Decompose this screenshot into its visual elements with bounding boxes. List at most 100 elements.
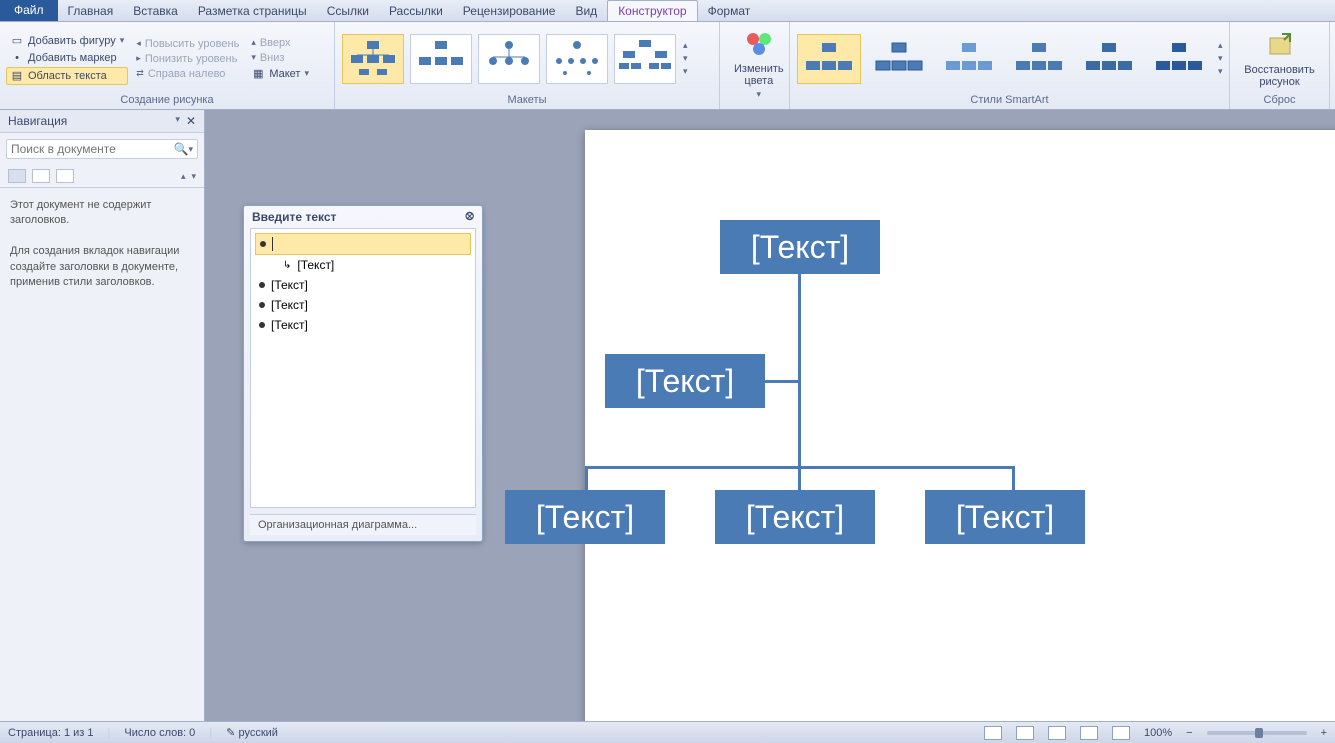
view-full-screen[interactable] — [1016, 726, 1034, 740]
style-thumb-5[interactable] — [1077, 34, 1141, 84]
tab-insert[interactable]: Вставка — [123, 1, 188, 21]
layout-button[interactable]: ▦Макет ▾ — [247, 66, 313, 82]
text-pane-title: Введите текст — [252, 210, 336, 224]
sa-node-child-3[interactable]: [Текст] — [925, 490, 1085, 544]
layout-icon: ▦ — [251, 67, 265, 81]
style-thumb-6[interactable] — [1147, 34, 1211, 84]
nav-menu-icon[interactable]: ▾ — [175, 114, 180, 128]
group-create-graphic: ▭Добавить фигуру ▾ •Добавить маркер ▤Обл… — [0, 22, 335, 109]
zoom-in-button[interactable]: + — [1321, 727, 1327, 739]
tab-view[interactable]: Вид — [565, 1, 607, 21]
sa-connector — [1012, 466, 1015, 490]
move-up-button[interactable]: ▴Вверх — [247, 36, 313, 50]
smartart-diagram[interactable]: [Текст] [Текст] [Текст] [Текст] [Текст] — [490, 210, 1170, 610]
zoom-out-button[interactable]: − — [1186, 727, 1192, 739]
tp-item-2[interactable]: [Текст] — [255, 275, 471, 295]
group-reset: Восстановить рисунок Сброс — [1230, 22, 1330, 109]
text-pane-button[interactable]: ▤Область текста — [6, 67, 128, 85]
nav-msg-2: Для создания вкладок навигации создайте … — [10, 244, 194, 290]
spellcheck-icon: ✎ — [226, 727, 235, 739]
sa-node-assistant[interactable]: [Текст] — [605, 354, 765, 408]
rtl-button[interactable]: ⇄Справа налево — [132, 67, 243, 81]
style-thumb-3[interactable] — [937, 34, 1001, 84]
tp-item-1[interactable]: ↳[Текст] — [279, 255, 471, 275]
tab-references[interactable]: Ссылки — [317, 1, 379, 21]
tab-page-layout[interactable]: Разметка страницы — [188, 1, 317, 21]
tp-item-3[interactable]: [Текст] — [255, 295, 471, 315]
text-pane-close-icon[interactable]: ⮾ — [465, 211, 474, 224]
group-layouts: ▴ ▾ ▾ Макеты — [335, 22, 720, 109]
nav-tab-results[interactable] — [56, 169, 74, 183]
nav-msg-1: Этот документ не содержит заголовков. — [10, 198, 194, 229]
nav-search-input[interactable] — [11, 142, 174, 156]
view-draft[interactable] — [1112, 726, 1130, 740]
change-colors-button[interactable]: Изменить цвета▾ — [726, 27, 792, 102]
style-thumb-4[interactable] — [1007, 34, 1071, 84]
tab-mailings[interactable]: Рассылки — [379, 1, 453, 21]
bullet-icon — [259, 302, 265, 308]
view-print-layout[interactable] — [984, 726, 1002, 740]
text-pane-body[interactable]: ↳[Текст] [Текст] [Текст] [Текст] — [250, 228, 476, 508]
status-zoom-level[interactable]: 100% — [1144, 727, 1172, 739]
sa-node-root[interactable]: [Текст] — [720, 220, 880, 274]
nav-tab-pages[interactable] — [32, 169, 50, 183]
bullet-icon — [260, 241, 266, 247]
styles-scroll-up[interactable]: ▴ — [1218, 40, 1223, 51]
sa-node-child-2[interactable]: [Текст] — [715, 490, 875, 544]
layout-thumb-2[interactable] — [410, 34, 472, 84]
layout-thumb-3[interactable] — [478, 34, 540, 84]
move-down-button[interactable]: ▾Вниз — [247, 51, 313, 65]
styles-scroll-down[interactable]: ▾ — [1218, 53, 1223, 64]
tp-item-0[interactable] — [255, 233, 471, 255]
layouts-expand[interactable]: ▾ — [683, 66, 688, 77]
tab-design[interactable]: Конструктор — [607, 0, 697, 21]
nav-search[interactable]: 🔍▾ — [6, 139, 198, 159]
tab-home[interactable]: Главная — [58, 1, 124, 21]
text-pane-icon: ▤ — [10, 69, 24, 83]
view-web[interactable] — [1048, 726, 1066, 740]
ribbon-tabs: Файл Главная Вставка Разметка страницы С… — [0, 0, 1335, 22]
text-pane-header: Введите текст ⮾ — [244, 206, 482, 228]
text-pane-footer: Организационная диаграмма... — [250, 514, 476, 535]
nav-header: Навигация ▾✕ — [0, 110, 204, 133]
bullet-icon: • — [10, 51, 24, 65]
sa-connector — [585, 466, 588, 490]
promote-button[interactable]: ◂Повысить уровень — [132, 37, 243, 51]
smartart-text-pane[interactable]: Введите текст ⮾ ↳[Текст] [Текст] [Текст]… — [243, 205, 483, 542]
tab-review[interactable]: Рецензирование — [453, 1, 566, 21]
nav-view-tabs: ▴ ▾ — [0, 165, 204, 188]
zoom-thumb[interactable] — [1255, 728, 1263, 738]
tp-item-4[interactable]: [Текст] — [255, 315, 471, 335]
sa-connector — [798, 274, 801, 354]
sub-arrow-icon: ↳ — [283, 260, 291, 271]
style-thumb-2[interactable] — [867, 34, 931, 84]
style-thumb-1[interactable] — [797, 34, 861, 84]
tab-format[interactable]: Формат — [698, 1, 761, 21]
layout-thumb-5[interactable] — [614, 34, 676, 84]
ribbon: ▭Добавить фигуру ▾ •Добавить маркер ▤Обл… — [0, 22, 1335, 110]
bullet-icon — [259, 322, 265, 328]
status-page[interactable]: Страница: 1 из 1 — [8, 727, 94, 739]
styles-expand[interactable]: ▾ — [1218, 66, 1223, 77]
layouts-scroll-down[interactable]: ▾ — [683, 53, 688, 64]
view-outline[interactable] — [1080, 726, 1098, 740]
layout-thumb-4[interactable] — [546, 34, 608, 84]
demote-button[interactable]: ▸Понизить уровень — [132, 52, 243, 66]
layout-thumb-1[interactable] — [342, 34, 404, 84]
sa-node-child-1[interactable]: [Текст] — [505, 490, 665, 544]
status-language[interactable]: ✎ русский — [226, 726, 278, 739]
nav-prev[interactable]: ▴ — [181, 171, 186, 182]
tab-file[interactable]: Файл — [0, 0, 58, 21]
nav-close-icon[interactable]: ✕ — [186, 114, 196, 128]
nav-tab-headings[interactable] — [8, 169, 26, 183]
reset-graphic-button[interactable]: Восстановить рисунок — [1236, 28, 1323, 90]
zoom-slider[interactable] — [1207, 731, 1307, 735]
nav-next[interactable]: ▾ — [191, 171, 196, 182]
bullet-icon — [259, 282, 265, 288]
add-bullet-button[interactable]: •Добавить маркер — [6, 50, 128, 66]
status-word-count[interactable]: Число слов: 0 — [124, 727, 195, 739]
layouts-scroll-up[interactable]: ▴ — [683, 40, 688, 51]
search-icon[interactable]: 🔍 — [174, 142, 189, 156]
sa-connector — [798, 466, 801, 490]
add-shape-button[interactable]: ▭Добавить фигуру ▾ — [6, 33, 128, 49]
